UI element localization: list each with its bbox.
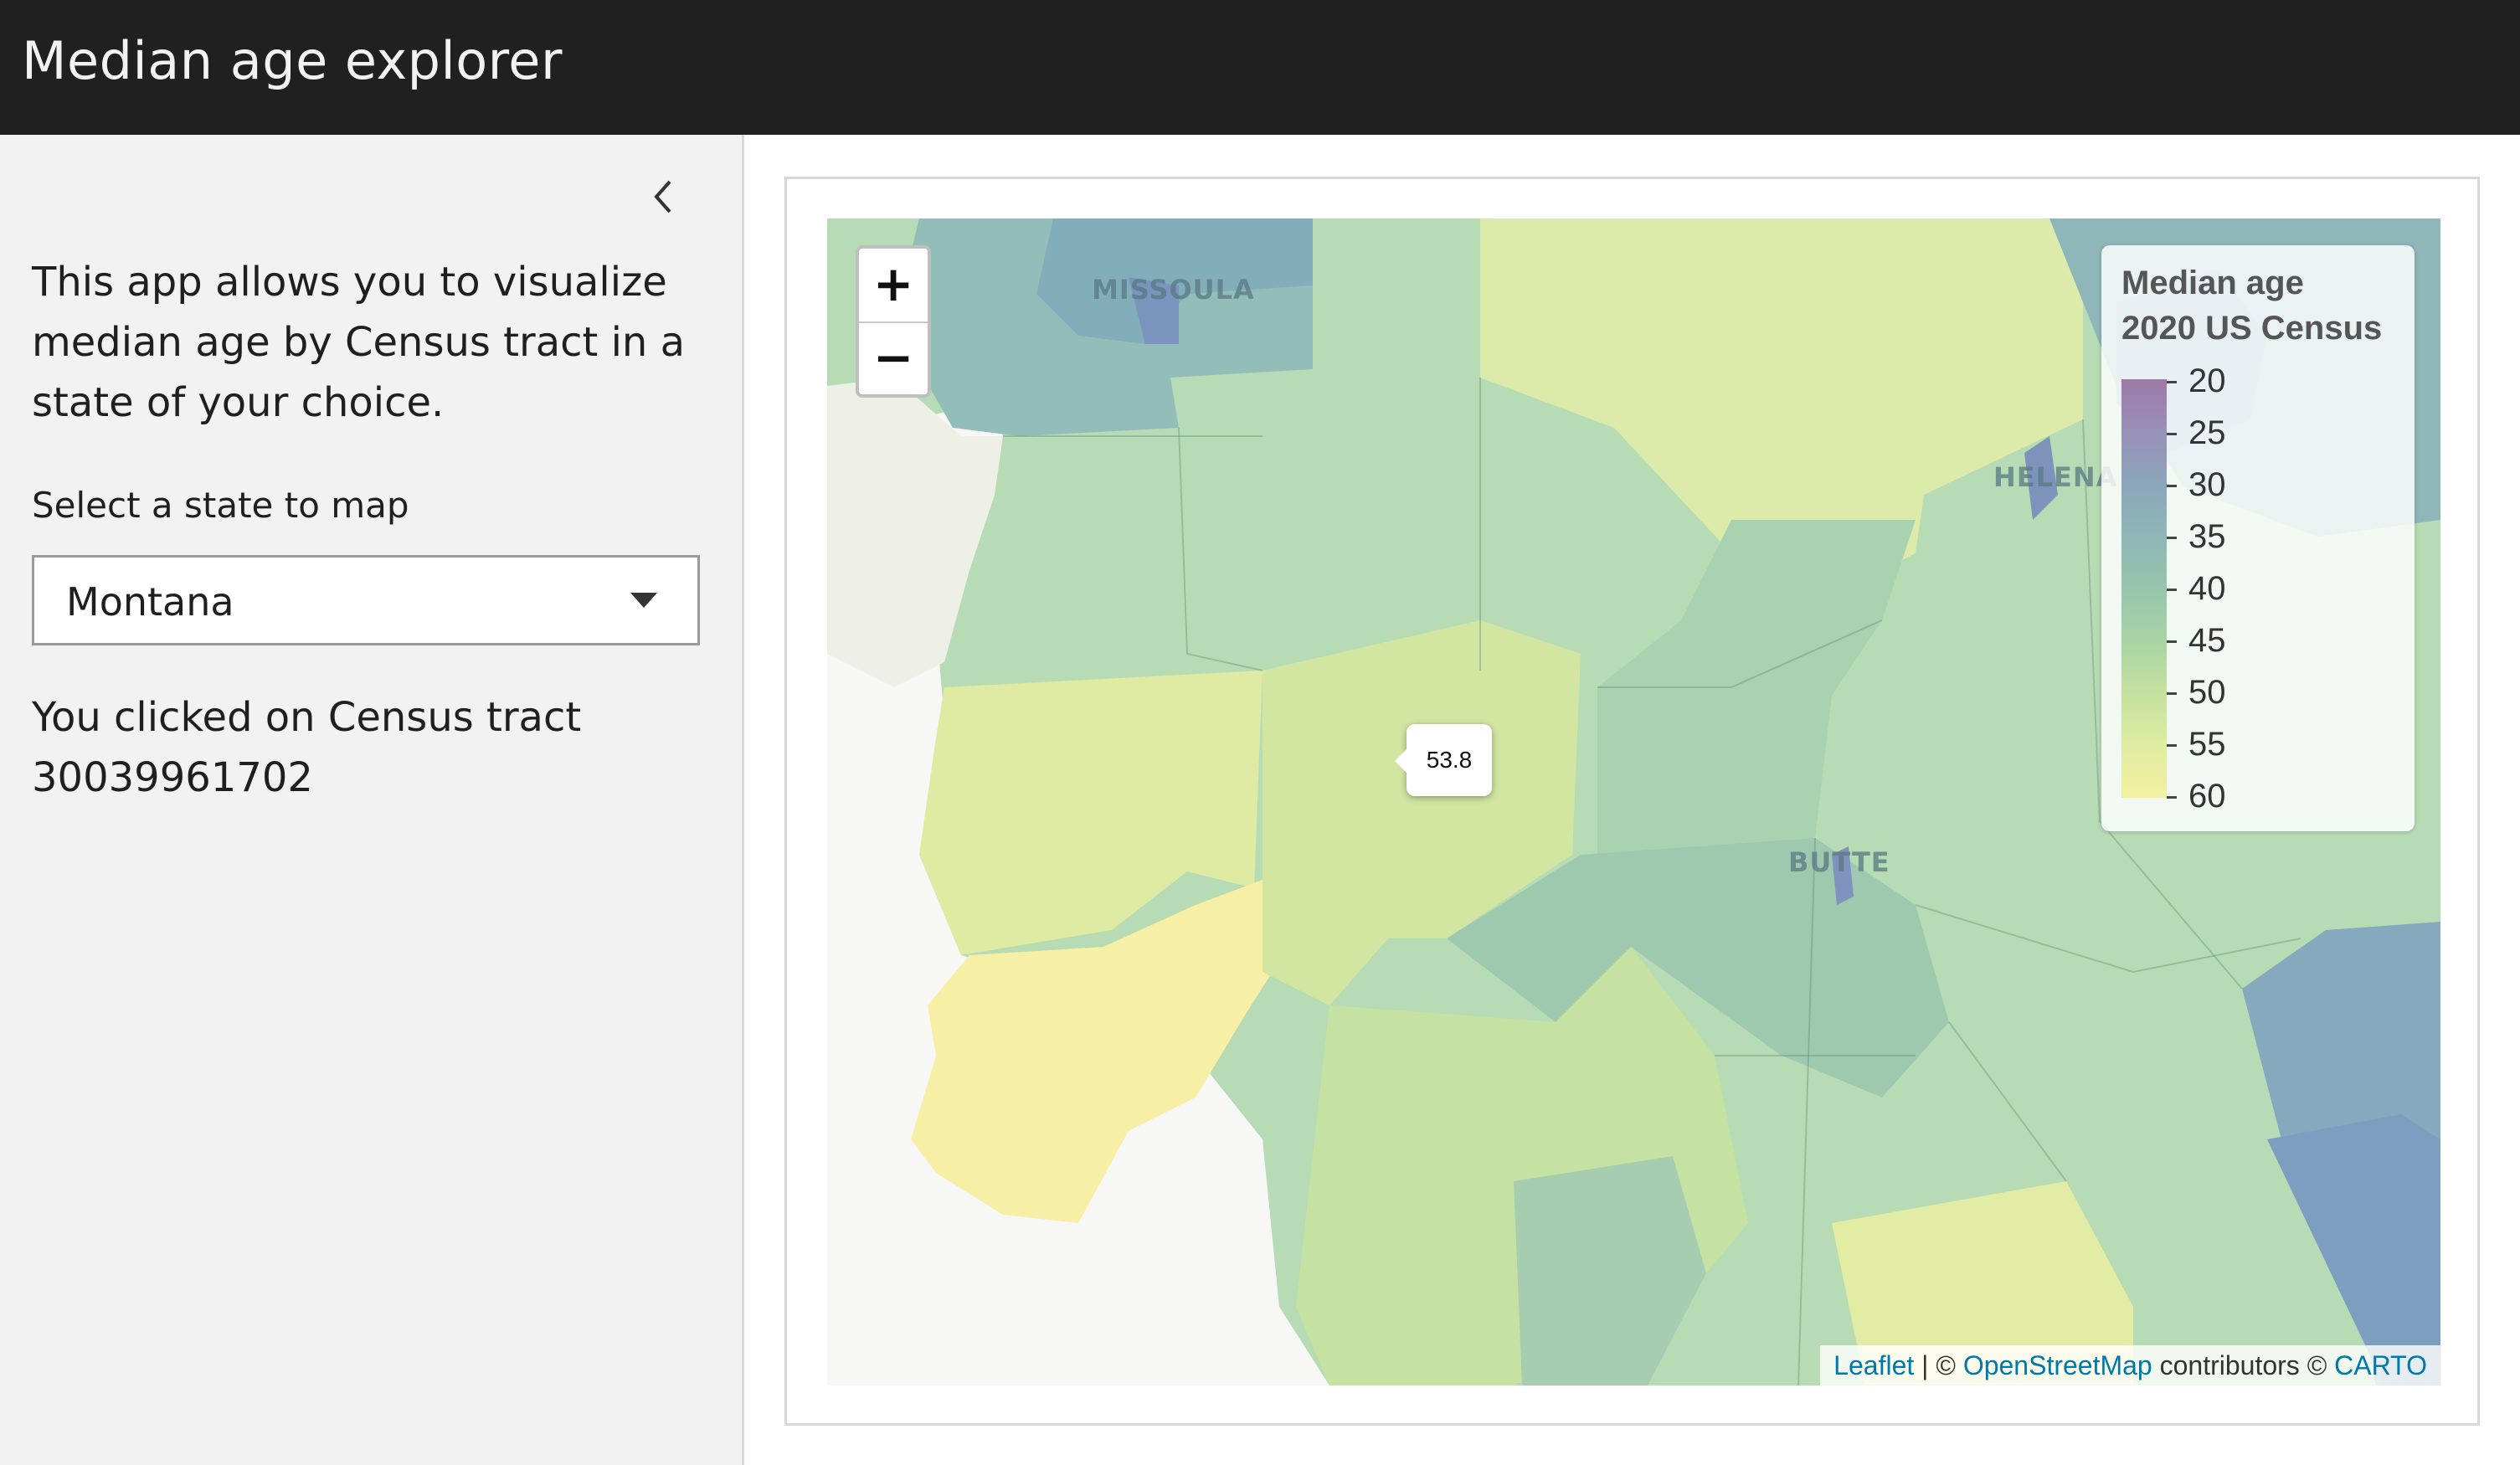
- carto-link[interactable]: CARTO: [2334, 1350, 2427, 1380]
- zoom-control: + −: [856, 245, 931, 398]
- legend-tick-mark: [2167, 433, 2177, 435]
- chevron-left-icon: [654, 180, 671, 213]
- state-select[interactable]: Montana: [32, 555, 700, 645]
- city-label-missoula: MISSOULA: [1092, 274, 1255, 306]
- legend-tick-mark: [2167, 744, 2177, 747]
- zoom-out-button[interactable]: −: [859, 322, 928, 394]
- legend-tick-mark: [2167, 537, 2177, 539]
- legend-tick-label: 60: [2188, 778, 2226, 815]
- attribution-separator: | ©: [1921, 1350, 1956, 1380]
- app-title: Median age explorer: [22, 30, 563, 91]
- leaflet-map[interactable]: MISSOULA HELENA BUTTE + − 53.8 Median ag…: [827, 218, 2440, 1385]
- tooltip-value: 53.8: [1426, 747, 1473, 773]
- legend-tick-label: 30: [2188, 466, 2226, 503]
- legend-tick-label: 45: [2188, 622, 2226, 659]
- state-select-label: Select a state to map: [32, 485, 409, 526]
- legend-color-ramp: [2121, 379, 2167, 798]
- map-attribution: Leaflet | © OpenStreetMap contributors ©…: [1820, 1345, 2440, 1385]
- legend-tick-mark: [2167, 381, 2177, 383]
- main-panel: MISSOULA HELENA BUTTE + − 53.8 Median ag…: [744, 135, 2520, 1465]
- state-select-value: Montana: [66, 579, 234, 625]
- legend-tick-label: 20: [2188, 362, 2226, 399]
- legend-title: Median age 2020 US Census: [2121, 260, 2382, 351]
- legend-tick-label: 55: [2188, 726, 2226, 763]
- legend-tick-mark: [2167, 589, 2177, 591]
- clicked-tract-prefix: You clicked on Census tract: [32, 694, 582, 741]
- legend-tick-mark: [2167, 692, 2177, 695]
- chevron-down-icon: [630, 593, 657, 608]
- openstreetmap-link[interactable]: OpenStreetMap: [1963, 1350, 2152, 1380]
- legend-tick-mark: [2167, 485, 2177, 487]
- zoom-in-button[interactable]: +: [859, 249, 928, 323]
- legend-tick-label: 40: [2188, 570, 2226, 607]
- city-label-helena: HELENA: [1993, 461, 2118, 493]
- leaflet-link[interactable]: Leaflet: [1833, 1350, 1914, 1380]
- intro-text: This app allows you to visualize median …: [32, 259, 686, 426]
- city-label-butte: BUTTE: [1788, 846, 1890, 878]
- tooltip-pointer: [1395, 749, 1407, 773]
- legend-tick-label: 35: [2188, 518, 2226, 555]
- clicked-tract-id: 30039961702: [32, 754, 313, 801]
- legend-tick-mark: [2167, 640, 2177, 643]
- tract-value-tooltip: 53.8: [1395, 724, 1492, 796]
- collapse-sidebar-button[interactable]: [643, 172, 685, 222]
- clicked-tract-text: You clicked on Census tract 30039961702: [32, 687, 702, 808]
- attribution-contributors: contributors ©: [2159, 1350, 2327, 1380]
- legend-title-line1: Median age: [2121, 265, 2304, 301]
- legend-tick-label: 50: [2188, 674, 2226, 711]
- legend-title-line2: 2020 US Census: [2121, 310, 2383, 347]
- map-legend: Median age 2020 US Census 20 25 30 35 40 45 50…: [2101, 245, 2415, 831]
- legend-tick-label: 25: [2188, 414, 2226, 451]
- app-header: Median age explorer: [0, 0, 2520, 135]
- sidebar: This app allows you to visualize median …: [0, 135, 744, 1465]
- legend-tick-mark: [2167, 796, 2177, 799]
